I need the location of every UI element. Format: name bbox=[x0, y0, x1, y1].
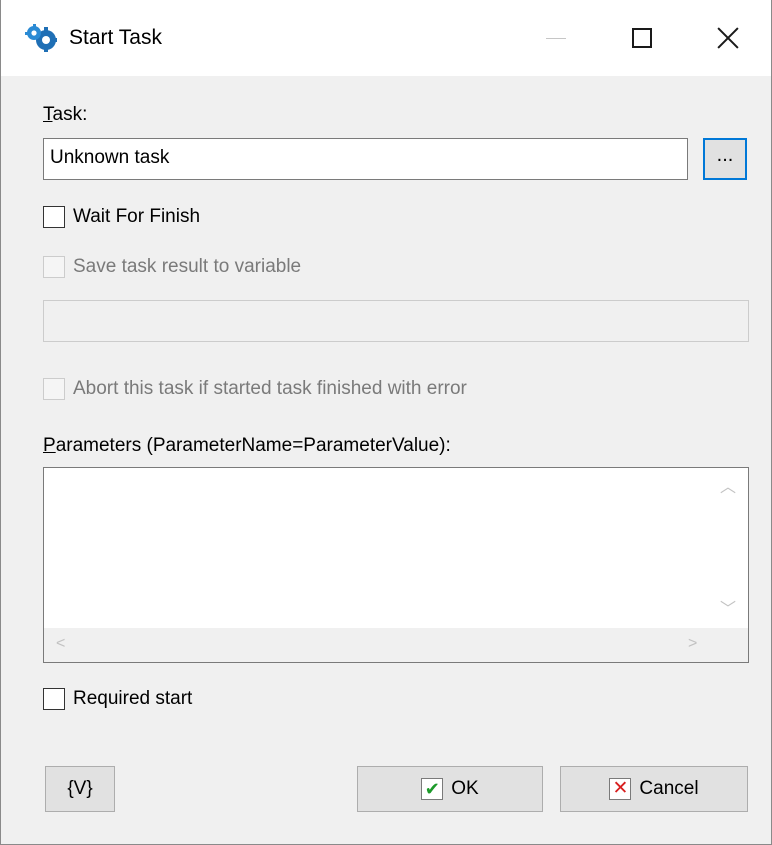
parameters-textarea[interactable]: ︿ ﹀ < > bbox=[43, 467, 749, 663]
cancel-x-icon: ✕ bbox=[609, 778, 632, 800]
result-variable-input bbox=[43, 300, 749, 342]
horizontal-scrollbar[interactable]: < > bbox=[44, 628, 710, 662]
wait-for-finish-box[interactable] bbox=[43, 206, 65, 228]
abort-on-error-checkbox: Abort this task if started task finished… bbox=[43, 376, 467, 402]
required-start-checkbox[interactable]: Required start bbox=[43, 686, 192, 712]
title-bar[interactable]: Start Task bbox=[1, 0, 771, 76]
task-label: Task: bbox=[43, 103, 87, 127]
maximize-button[interactable] bbox=[599, 0, 685, 76]
parameters-label: Parameters (ParameterName=ParameterValue… bbox=[43, 434, 451, 458]
abort-on-error-box bbox=[43, 378, 65, 400]
ok-button[interactable]: ✔ OK bbox=[357, 766, 543, 812]
task-input[interactable]: Unknown task bbox=[43, 138, 688, 180]
scroll-corner bbox=[710, 628, 748, 662]
required-start-label: Required start bbox=[73, 688, 193, 709]
wait-for-finish-checkbox[interactable]: Wait For Finish bbox=[43, 204, 200, 230]
wait-for-finish-label: Wait For Finish bbox=[73, 206, 201, 227]
window-title: Start Task bbox=[69, 26, 162, 49]
parameters-label-accelerator: P bbox=[43, 435, 56, 456]
scroll-right-icon[interactable]: > bbox=[688, 636, 697, 652]
start-task-dialog: Start Task Task: Unknown task ... Wait F… bbox=[0, 0, 772, 845]
close-icon bbox=[717, 27, 739, 49]
close-button[interactable] bbox=[685, 0, 771, 76]
abort-on-error-label: Abort this task if started task finished… bbox=[73, 378, 467, 399]
cancel-button[interactable]: ✕ Cancel bbox=[560, 766, 748, 812]
variables-button-label: {V} bbox=[67, 778, 93, 799]
task-label-accelerator: T bbox=[43, 104, 53, 125]
maximize-icon bbox=[632, 28, 652, 48]
required-start-box[interactable] bbox=[43, 688, 65, 710]
browse-task-button[interactable]: ... bbox=[703, 138, 747, 180]
checkmark-icon: ✔ bbox=[421, 778, 444, 800]
ok-button-label: OK bbox=[451, 778, 479, 799]
cancel-button-label: Cancel bbox=[639, 778, 699, 799]
scroll-left-icon[interactable]: < bbox=[56, 636, 65, 652]
vertical-scrollbar[interactable]: ︿ ﹀ bbox=[710, 468, 748, 628]
save-result-label: Save task result to variable bbox=[73, 256, 302, 277]
save-result-box bbox=[43, 256, 65, 278]
minimize-icon bbox=[546, 37, 566, 39]
parameters-label-text: arameters (ParameterName=ParameterValue)… bbox=[55, 435, 451, 456]
scroll-up-icon[interactable]: ︿ bbox=[720, 480, 736, 496]
parameters-text[interactable] bbox=[44, 468, 710, 628]
gears-icon bbox=[25, 24, 57, 52]
scroll-down-icon[interactable]: ﹀ bbox=[720, 602, 736, 618]
save-result-checkbox: Save task result to variable bbox=[43, 254, 301, 280]
task-label-text: ask: bbox=[52, 104, 88, 125]
variables-button[interactable]: {V} bbox=[45, 766, 115, 812]
minimize-button[interactable] bbox=[513, 0, 599, 76]
